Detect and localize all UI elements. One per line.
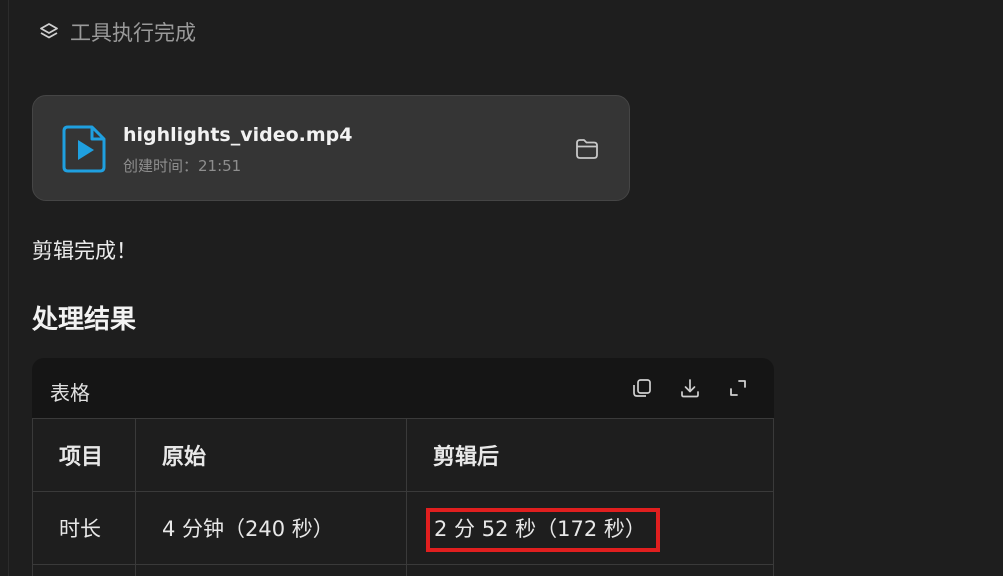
panel-divider	[8, 0, 9, 576]
highlight-box	[426, 508, 660, 552]
table-cell: 时长	[59, 516, 101, 541]
section-title: 处理结果	[32, 305, 137, 335]
layers-icon	[38, 21, 60, 43]
download-table-button[interactable]	[677, 375, 703, 401]
file-card[interactable]: highlights_video.mp4 创建时间：21:51	[32, 95, 630, 201]
folder-icon	[576, 139, 598, 159]
table-label: 表格	[50, 381, 90, 405]
tool-status: 工具执行完成	[38, 16, 196, 48]
file-name[interactable]: highlights_video.mp4	[123, 124, 352, 146]
column-header: 剪辑后	[433, 444, 500, 470]
copy-table-button[interactable]	[629, 375, 655, 401]
download-icon	[681, 379, 699, 398]
grid-line	[32, 564, 774, 565]
expand-icon	[730, 380, 746, 396]
open-folder-button[interactable]	[570, 132, 604, 166]
file-created-time: 创建时间：21:51	[123, 157, 242, 175]
expand-table-button[interactable]	[725, 375, 751, 401]
column-header: 项目	[59, 444, 104, 470]
table-toolbar: 表格	[32, 358, 774, 419]
video-file-icon	[60, 123, 110, 175]
tool-status-label: 工具执行完成	[70, 21, 196, 45]
assistant-message: 剪辑完成！	[32, 239, 137, 263]
chat-panel: 工具执行完成 highlights_video.mp4 创建时间：21:51 剪…	[0, 0, 1003, 576]
column-header: 原始	[162, 444, 207, 470]
table-cell: 4 分钟（240 秒）	[162, 516, 334, 541]
table-grid: 项目 原始 剪辑后 时长 4 分钟（240 秒） 2 分 52 秒（172 秒）	[32, 418, 774, 576]
result-table: 表格 项目 原始 剪辑后 时长 4 分钟（240 秒） 2 分 52 秒（172…	[32, 358, 774, 576]
copy-icon	[633, 379, 651, 397]
